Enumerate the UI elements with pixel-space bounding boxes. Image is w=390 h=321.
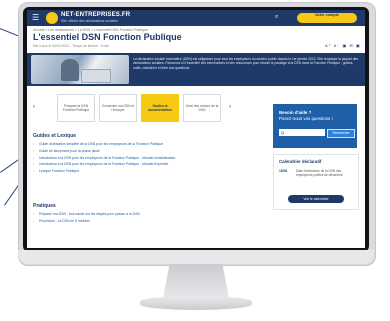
help-search-button[interactable]: Rechercher (327, 129, 355, 138)
share-icons[interactable]: A⁺ A⁻ ▣ ✉ ▣ (325, 43, 361, 48)
step-construire[interactable]: Construire ma DSN et l'envoyer (99, 94, 137, 122)
help-search-input[interactable]: Q (279, 129, 325, 136)
menu-icon[interactable]: ☰ (32, 14, 39, 22)
pratiques-list: Préparer ma DSN : tout savoir sur les ét… (33, 212, 261, 226)
calendar-date: 15/01 (279, 169, 288, 173)
guide-link[interactable]: Introduction à la DSN pour les employeur… (33, 156, 261, 160)
hero-image (31, 55, 129, 84)
guide-link[interactable]: Guide de lancement pour la phase pilote (33, 149, 261, 153)
help-title: Besoin d'aide ? (279, 110, 312, 115)
step-navigation: ‹ Préparer la DSN Fonction Publique Cons… (31, 90, 261, 126)
account-button[interactable]: Votre compte (297, 13, 357, 23)
guide-link[interactable]: Guide d'utilisation simplifié de la DSN … (33, 142, 261, 146)
hero-banner: La déclaration sociale nominative (DSN) … (27, 53, 365, 86)
pratiques-heading: Pratiques (33, 203, 56, 209)
pratique-link[interactable]: Procédure - La DSN en 5 minutes (33, 219, 261, 223)
monitor-stand-neck (163, 264, 229, 298)
website-screen: ☰ NET-ENTREPRISES.FR Site officiel des d… (27, 10, 365, 248)
brand-name[interactable]: NET-ENTREPRISES.FR (61, 12, 130, 18)
monitor-stand-foot (140, 296, 252, 310)
guides-heading: Guides et Lexique (33, 133, 77, 139)
prev-arrow-icon[interactable]: ‹ (33, 104, 35, 110)
calendar-button[interactable]: Voir le calendrier (288, 195, 344, 203)
guides-list: Guide d'utilisation simplifié de la DSN … (33, 142, 261, 176)
person-figure (61, 59, 79, 81)
guide-link[interactable]: Introduction à la DSN pour les employeur… (33, 162, 261, 166)
page-meta: Mis à jour le 06/01/2022 - Temps de lect… (33, 44, 110, 48)
step-suivi[interactable]: Suivi des retours de la DSN (183, 94, 221, 122)
step-guides[interactable]: Guides et documentation (141, 94, 179, 122)
page-title: L'essentiel DSN Fonction Publique (33, 32, 182, 42)
guide-link[interactable]: Lexique Fonction Publique (33, 169, 261, 173)
next-arrow-icon[interactable]: › (229, 104, 231, 110)
calendar-box: Calendrier déclaratif 15/01 Date d'échéa… (273, 154, 359, 210)
help-box: Besoin d'aide ? Posez-nous vos questions… (273, 104, 357, 148)
step-preparer[interactable]: Préparer la DSN Fonction Publique (57, 94, 95, 122)
site-header: ☰ NET-ENTREPRISES.FR Site officiel des d… (27, 10, 365, 26)
hero-text: La déclaration sociale nominative (DSN) … (133, 57, 359, 70)
pratique-link[interactable]: Préparer ma DSN : tout savoir sur les ét… (33, 212, 261, 216)
help-subtitle: Posez-nous vos questions ! (279, 116, 333, 121)
search-icon[interactable]: ⌕ (275, 14, 278, 21)
laptop-figure (81, 69, 111, 83)
logo-icon[interactable] (46, 12, 58, 24)
monitor-chin (18, 250, 374, 264)
calendar-text: Date d'échéance de la DSN des employeurs… (296, 169, 343, 177)
brand-tagline: Site officiel des déclarations sociales (61, 19, 118, 23)
calendar-title: Calendrier déclaratif (279, 159, 322, 164)
